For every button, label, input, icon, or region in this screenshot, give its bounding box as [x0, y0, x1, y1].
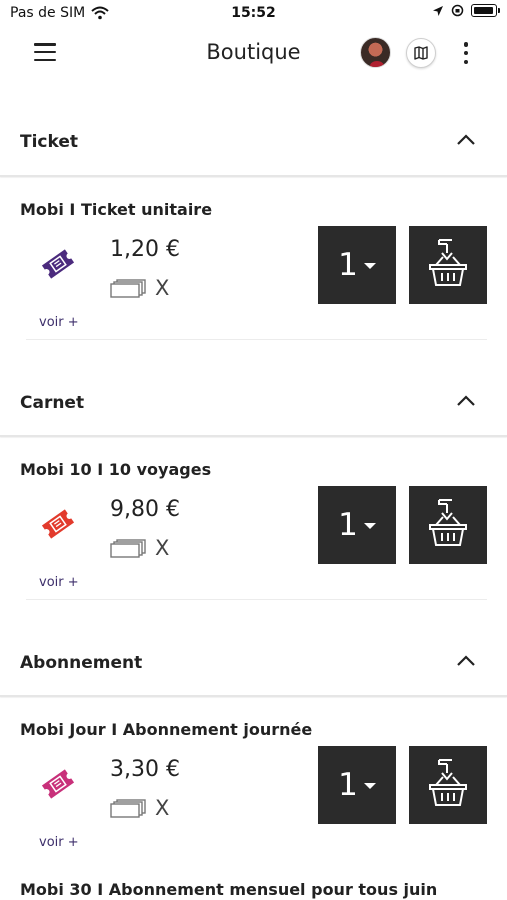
product-name: Mobi I Ticket unitaire: [20, 200, 213, 219]
location-arrow-icon: [433, 5, 443, 16]
add-to-basket-icon: [429, 499, 467, 546]
product-card: Mobi 30 I Abonnement mensuel pour tous j…: [0, 858, 507, 900]
add-to-basket-button[interactable]: [409, 226, 487, 304]
add-to-basket-button[interactable]: [409, 746, 487, 824]
product-price: 3,30 €: [110, 757, 180, 782]
section-label: Carnet: [20, 393, 85, 413]
status-bar: Pas de SIM 15:52: [0, 0, 507, 28]
see-more-link[interactable]: voir +: [39, 835, 79, 850]
ticket-icon: [41, 509, 75, 539]
product-card: Mobi Jour I Abonnement journée 3,30 € X …: [0, 698, 507, 860]
section-abonnement[interactable]: Abonnement: [0, 633, 507, 693]
section-divider: [0, 695, 507, 697]
product-price: 1,20 €: [110, 237, 180, 262]
caret-down-icon: [363, 523, 376, 529]
product-divider: [26, 339, 487, 340]
chevron-up-icon[interactable]: [456, 655, 476, 667]
cards-icon: [110, 539, 146, 558]
see-more-link[interactable]: voir +: [39, 575, 79, 590]
product-card: Mobi 10 I 10 voyages 9,80 € X voir + 1: [0, 438, 507, 600]
cards-icon: [110, 799, 146, 818]
product-price: 9,80 €: [110, 497, 180, 522]
section-label: Abonnement: [20, 653, 143, 673]
quantity-value: 1: [338, 247, 358, 283]
see-more-link[interactable]: voir +: [39, 315, 79, 330]
add-to-basket-icon: [429, 759, 467, 806]
quantity-select[interactable]: 1: [318, 746, 396, 824]
section-divider: [0, 175, 507, 177]
section-carnet[interactable]: Carnet: [0, 373, 507, 433]
section-label: Ticket: [20, 132, 79, 152]
product-name: Mobi 30 I Abonnement mensuel pour tous j…: [20, 880, 438, 899]
product-count: X: [155, 796, 170, 820]
app-header: Boutique: [0, 28, 507, 78]
carrier-group: Pas de SIM: [10, 5, 109, 21]
status-right-group: [432, 4, 500, 17]
wifi-icon: [91, 6, 109, 20]
product-count: X: [155, 276, 170, 300]
carrier-label: Pas de SIM: [10, 5, 86, 21]
more-vertical-icon[interactable]: [463, 42, 469, 64]
chevron-up-icon[interactable]: [456, 134, 476, 146]
product-divider: [26, 599, 487, 600]
caret-down-icon: [363, 783, 376, 789]
product-name: Mobi 10 I 10 voyages: [20, 460, 212, 479]
ticket-icon: [41, 249, 75, 279]
ticket-icon: [41, 769, 75, 799]
cards-icon: [110, 279, 146, 298]
add-to-basket-icon: [429, 239, 467, 286]
battery-icon: [471, 4, 500, 17]
orientation-lock-icon: [451, 4, 464, 17]
quantity-select[interactable]: 1: [318, 226, 396, 304]
map-icon: [414, 46, 428, 60]
product-count: X: [155, 536, 170, 560]
quantity-value: 1: [338, 767, 358, 803]
hamburger-icon[interactable]: [34, 43, 56, 61]
section-divider: [0, 435, 507, 437]
add-to-basket-button[interactable]: [409, 486, 487, 564]
quantity-select[interactable]: 1: [318, 486, 396, 564]
caret-down-icon: [363, 263, 376, 269]
product-card: Mobi I Ticket unitaire 1,20 € X voir + 1: [0, 178, 507, 340]
section-ticket[interactable]: Ticket: [0, 112, 507, 172]
product-name: Mobi Jour I Abonnement journée: [20, 720, 313, 739]
chevron-up-icon[interactable]: [456, 395, 476, 407]
avatar[interactable]: [360, 37, 391, 68]
map-button[interactable]: [406, 38, 436, 68]
quantity-value: 1: [338, 507, 358, 543]
